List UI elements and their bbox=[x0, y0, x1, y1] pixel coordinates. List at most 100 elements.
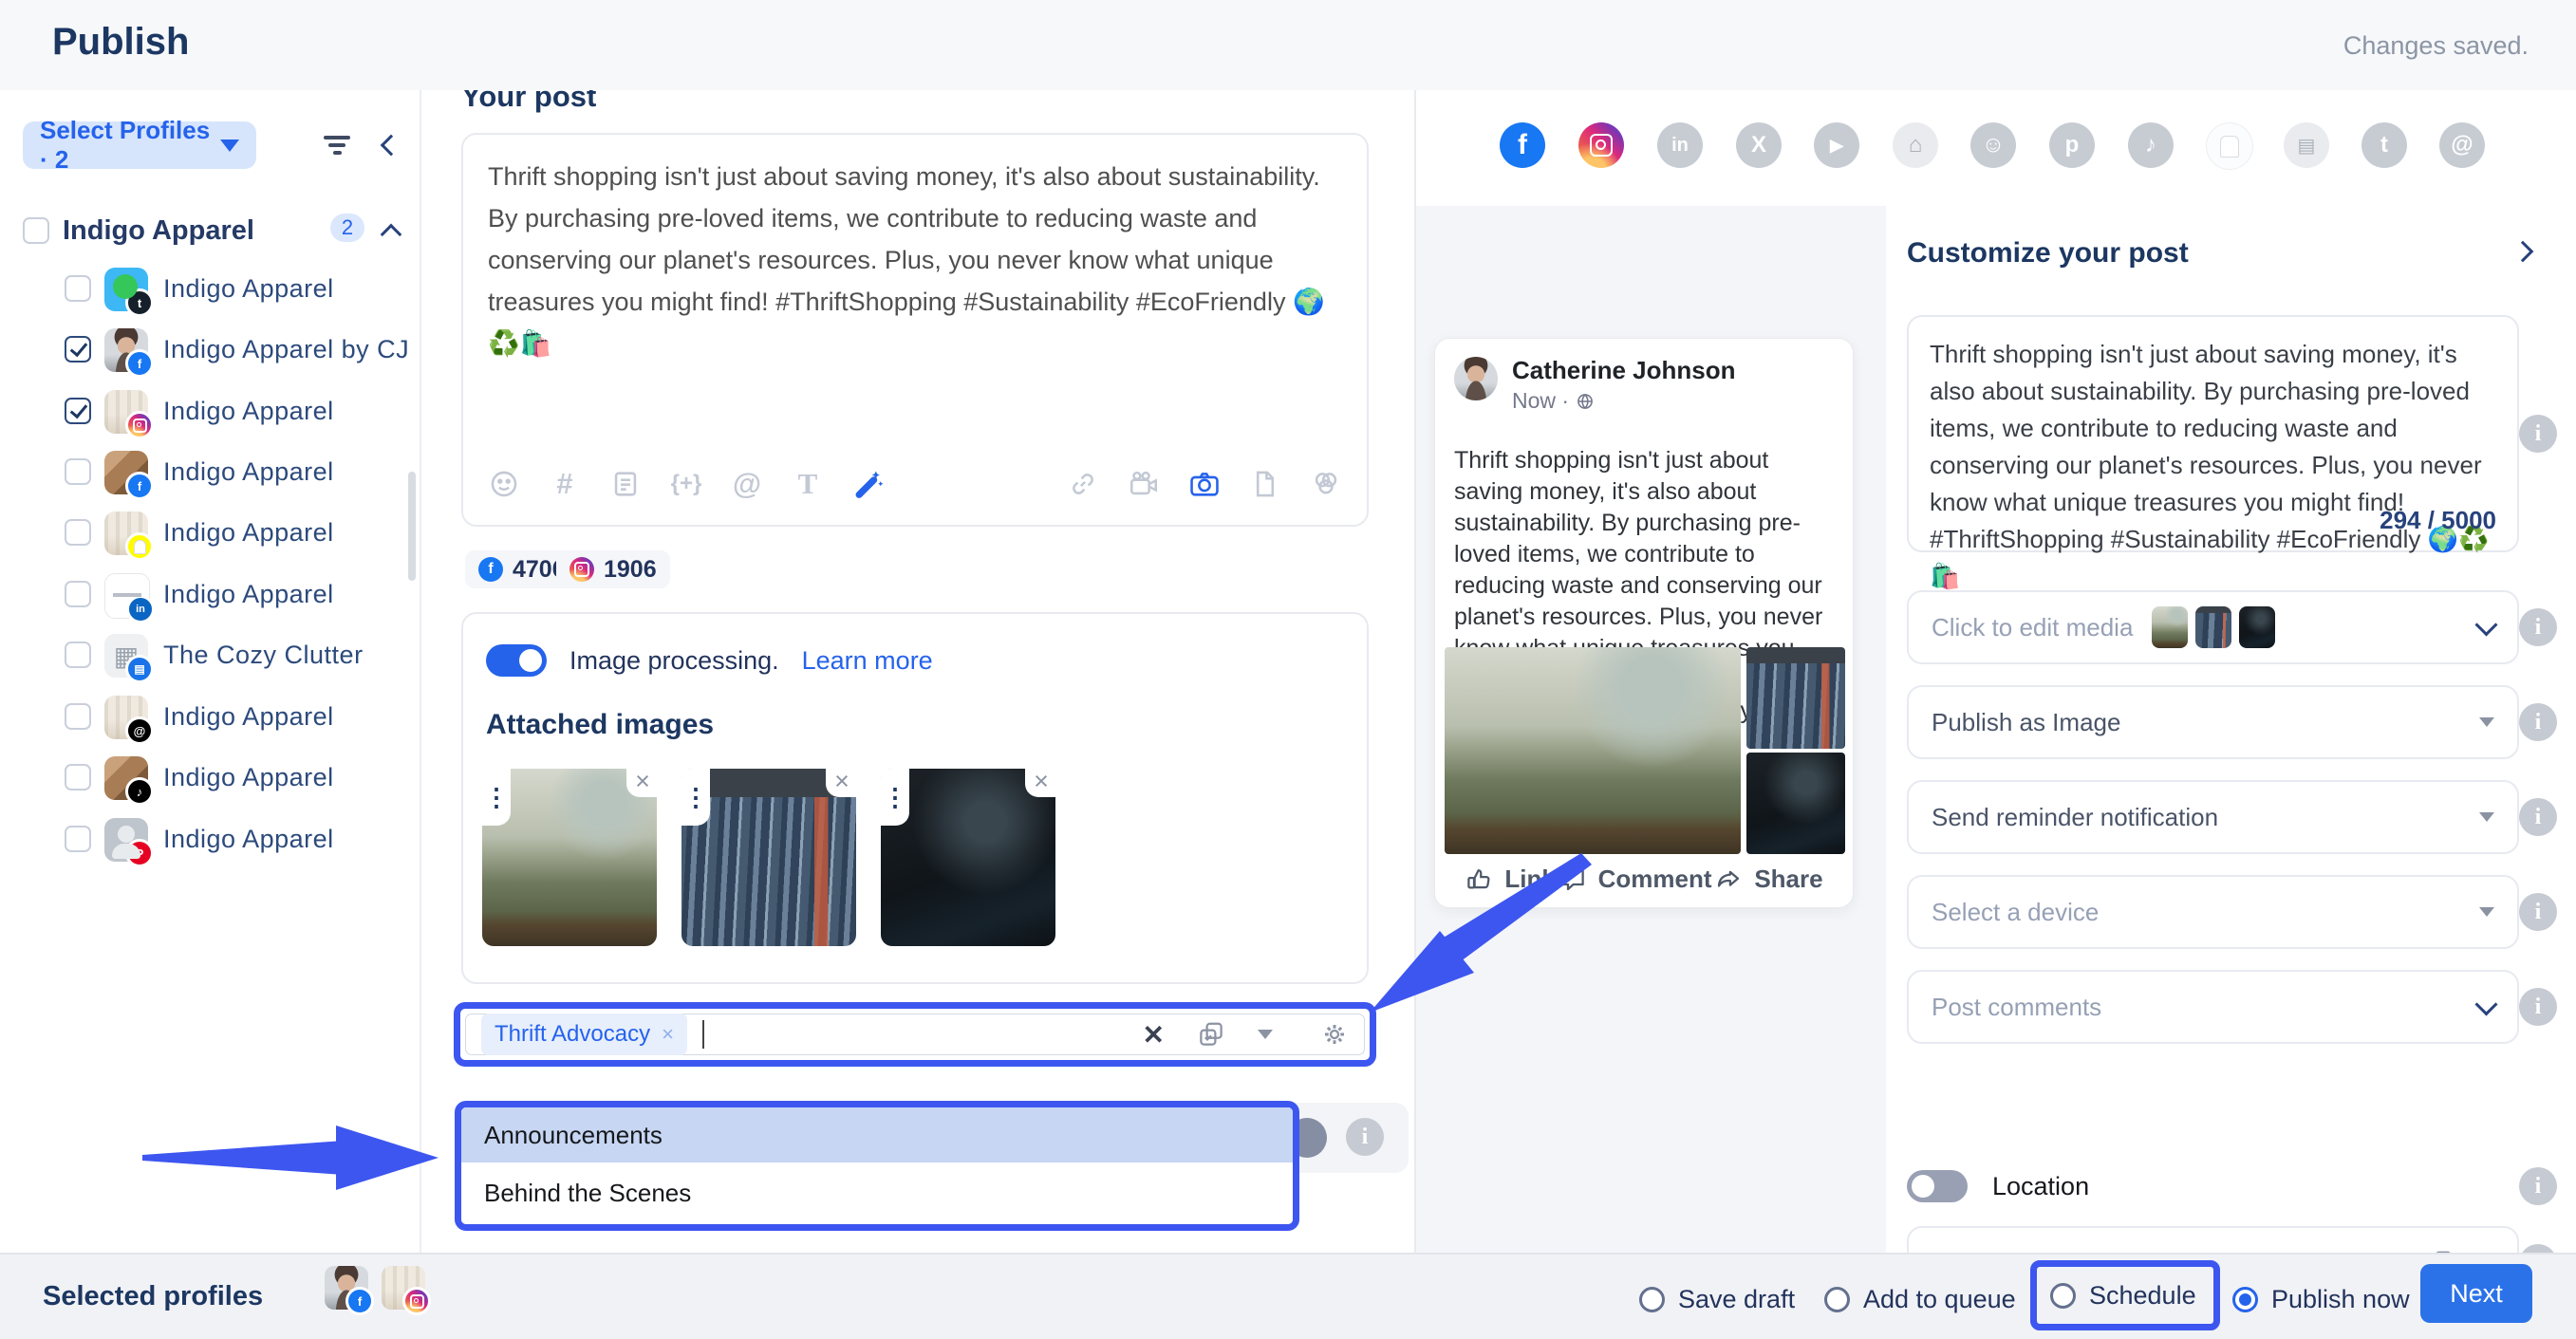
remove-image-icon[interactable]: × bbox=[626, 765, 659, 797]
collapse-sidebar-icon[interactable] bbox=[381, 135, 402, 157]
drag-handle-icon[interactable]: ⋮ bbox=[482, 769, 511, 826]
ai-wand-icon[interactable] bbox=[852, 468, 885, 500]
profile-row[interactable]: t Indigo Apparel bbox=[0, 260, 420, 321]
attached-image[interactable]: ⋮ × bbox=[681, 769, 856, 946]
profile-checkbox[interactable] bbox=[65, 458, 91, 485]
preview-image[interactable] bbox=[1445, 647, 1741, 854]
photo-icon[interactable] bbox=[1188, 468, 1221, 500]
preview-tab-notes[interactable]: ▤ bbox=[2284, 122, 2329, 168]
selected-profile-avatar[interactable] bbox=[382, 1266, 425, 1310]
preview-tab-tumblr[interactable]: t bbox=[2361, 122, 2407, 168]
customize-text-input[interactable]: Thrift shopping isn't just about saving … bbox=[1907, 315, 2519, 552]
remove-label-icon[interactable]: × bbox=[662, 1022, 674, 1047]
dropdown-option[interactable]: Behind the Scenes bbox=[461, 1162, 1293, 1224]
schedule-label[interactable]: Schedule bbox=[2089, 1281, 2196, 1311]
profile-row[interactable]: Indigo Apparel bbox=[0, 504, 420, 565]
attached-image[interactable]: ⋮ × bbox=[881, 769, 1055, 946]
labels-input[interactable]: Thrift Advocacy× ✕ bbox=[465, 1014, 1365, 1055]
video-icon[interactable] bbox=[1128, 468, 1160, 500]
profile-row[interactable]: f Indigo Apparel bbox=[0, 443, 420, 504]
chevron-down-icon[interactable] bbox=[1258, 1030, 1273, 1039]
preview-tab-threads[interactable]: @ bbox=[2439, 122, 2485, 168]
profile-row[interactable]: f Indigo Apparel by CJ bbox=[0, 321, 420, 381]
mention-icon[interactable]: @ bbox=[731, 468, 763, 500]
radio-icon[interactable] bbox=[1639, 1287, 1665, 1312]
variables-icon[interactable]: {+} bbox=[670, 468, 702, 500]
preview-tab-google-business[interactable]: ⌂ bbox=[1893, 122, 1938, 168]
post-comments-row[interactable]: Post comments bbox=[1907, 970, 2519, 1044]
collapse-panel-icon[interactable] bbox=[2512, 241, 2534, 263]
drag-handle-icon[interactable]: ⋮ bbox=[881, 769, 909, 826]
preview-tab-snapchat[interactable] bbox=[2206, 122, 2253, 170]
label-chip[interactable]: Thrift Advocacy× bbox=[481, 1014, 687, 1055]
profile-checkbox[interactable] bbox=[65, 642, 91, 668]
select-device-row[interactable]: Select a device bbox=[1907, 875, 2519, 949]
profile-checkbox[interactable] bbox=[65, 581, 91, 607]
settings-icon[interactable] bbox=[1320, 1020, 1349, 1049]
profile-checkbox[interactable] bbox=[65, 336, 91, 363]
profile-checkbox[interactable] bbox=[65, 519, 91, 546]
location-toggle[interactable] bbox=[1907, 1170, 1968, 1202]
post-text-input[interactable]: Thrift shopping isn't just about saving … bbox=[488, 156, 1348, 364]
preview-tab-x[interactable]: X bbox=[1736, 122, 1782, 168]
remove-image-icon[interactable]: × bbox=[826, 765, 858, 797]
profile-row[interactable]: @ Indigo Apparel bbox=[0, 688, 420, 749]
sidebar-scrollbar[interactable] bbox=[408, 472, 416, 581]
preview-tab-facebook[interactable]: f bbox=[1500, 122, 1545, 168]
profile-group-header[interactable]: Indigo Apparel 2 bbox=[0, 212, 420, 259]
file-icon[interactable] bbox=[1249, 468, 1281, 500]
preview-tab-tiktok[interactable]: ♪ bbox=[2128, 122, 2174, 168]
share-button[interactable]: Share bbox=[1714, 865, 1822, 894]
publish-as-image-row[interactable]: Publish as Image bbox=[1907, 685, 2519, 759]
radio-icon[interactable] bbox=[1824, 1287, 1850, 1312]
profile-checkbox[interactable] bbox=[65, 398, 91, 424]
profile-row[interactable]: ▦▤ The Cozy Clutter bbox=[0, 626, 420, 687]
image-processing-toggle[interactable] bbox=[486, 644, 547, 677]
publish-now-option[interactable]: Publish now bbox=[2232, 1285, 2410, 1314]
preview-tab-reddit[interactable]: ☺ bbox=[1970, 122, 2016, 168]
remove-image-icon[interactable]: × bbox=[1025, 765, 1057, 797]
media-thumbnail bbox=[2239, 606, 2275, 648]
profile-row[interactable]: in Indigo Apparel bbox=[0, 566, 420, 626]
preview-image[interactable] bbox=[1746, 647, 1845, 749]
saved-captions-icon[interactable] bbox=[609, 468, 642, 500]
preview-tab-pinterest[interactable]: p bbox=[2049, 122, 2095, 168]
group-checkbox[interactable] bbox=[23, 217, 49, 244]
add-to-queue-option[interactable]: Add to queue bbox=[1824, 1285, 2016, 1314]
drag-handle-icon[interactable]: ⋮ bbox=[681, 769, 710, 826]
link-icon[interactable] bbox=[1067, 468, 1099, 500]
dropdown-option[interactable]: Announcements bbox=[461, 1107, 1293, 1162]
edit-media-row[interactable]: Click to edit media bbox=[1907, 590, 2519, 664]
profile-row[interactable]: ♪ Indigo Apparel bbox=[0, 749, 420, 809]
preview-tab-instagram[interactable] bbox=[1578, 122, 1624, 168]
profile-checkbox[interactable] bbox=[65, 826, 91, 852]
hashtag-icon[interactable]: # bbox=[549, 468, 581, 500]
media-library-icon[interactable] bbox=[1310, 468, 1342, 500]
text-format-icon[interactable]: T bbox=[792, 468, 824, 500]
profile-checkbox[interactable] bbox=[65, 703, 91, 730]
select-profiles-label: Select Profiles · 2 bbox=[40, 116, 220, 175]
filter-icon[interactable] bbox=[323, 132, 351, 158]
profile-checkbox[interactable] bbox=[65, 764, 91, 790]
customize-post-text: Thrift shopping isn't just about saving … bbox=[1930, 340, 2489, 590]
preview-tab-linkedin[interactable]: in bbox=[1657, 122, 1703, 168]
next-button[interactable]: Next bbox=[2420, 1264, 2532, 1323]
attached-image[interactable]: ⋮ × bbox=[482, 769, 657, 946]
preview-image[interactable] bbox=[1746, 753, 1845, 854]
clear-icon[interactable]: ✕ bbox=[1143, 1019, 1165, 1051]
emoji-icon[interactable] bbox=[488, 468, 520, 500]
schedule-annotation: Schedule bbox=[2030, 1260, 2220, 1330]
learn-more-link[interactable]: Learn more bbox=[802, 646, 933, 676]
select-profiles-button[interactable]: Select Profiles · 2 bbox=[23, 121, 256, 169]
save-draft-option[interactable]: Save draft bbox=[1639, 1285, 1795, 1314]
selected-profile-avatar[interactable]: f bbox=[325, 1266, 368, 1310]
chevron-up-icon[interactable] bbox=[381, 224, 402, 246]
profile-row[interactable]: P Indigo Apparel bbox=[0, 810, 420, 871]
apply-all-icon[interactable] bbox=[1197, 1020, 1225, 1049]
preview-tab-youtube[interactable]: ▶ bbox=[1814, 122, 1859, 168]
reminder-notification-row[interactable]: Send reminder notification bbox=[1907, 780, 2519, 854]
profile-row[interactable]: Indigo Apparel bbox=[0, 382, 420, 443]
radio-icon[interactable] bbox=[2050, 1283, 2076, 1309]
profile-checkbox[interactable] bbox=[65, 275, 91, 302]
radio-selected-icon[interactable] bbox=[2232, 1287, 2258, 1312]
